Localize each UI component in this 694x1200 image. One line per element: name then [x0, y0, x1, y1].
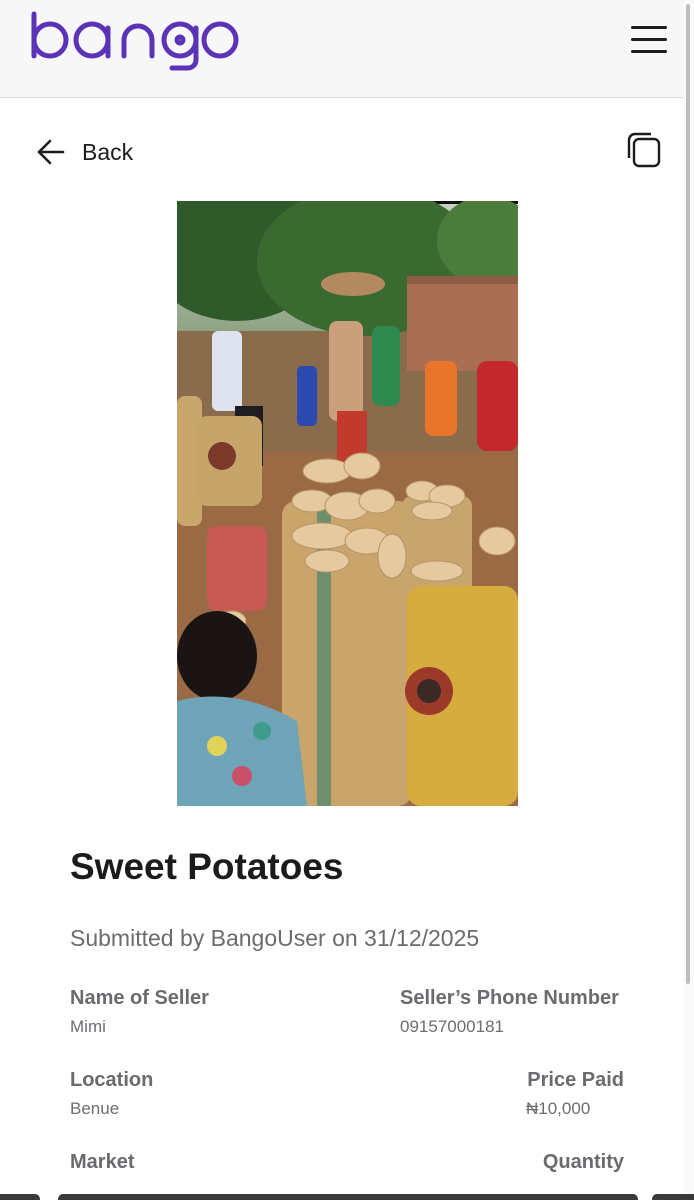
seller-phone-value: 09157000181 — [400, 1017, 505, 1036]
product-photo[interactable] — [177, 201, 518, 806]
app-header — [0, 0, 694, 98]
copy-icon[interactable] — [624, 130, 664, 170]
price-paid-value: ₦10,000 — [526, 1099, 591, 1118]
quantity-label: Quantity — [542, 1151, 624, 1173]
submission-info: Submitted by BangoUser on 31/12/2025 — [70, 925, 480, 951]
hamburger-menu-icon[interactable] — [626, 20, 672, 60]
seller-name-value: Mimi — [70, 1017, 106, 1036]
market-label: Market — [70, 1151, 135, 1173]
price-paid-label: Price Paid — [527, 1069, 624, 1091]
back-button[interactable]: Back — [36, 134, 133, 170]
arrow-left-icon — [37, 139, 65, 165]
seller-name-label: Name of Seller — [70, 987, 209, 1009]
location-value: Benue — [70, 1099, 120, 1118]
back-label: Back — [82, 138, 134, 165]
scrollbar-thumb[interactable] — [686, 4, 690, 984]
product-title: Sweet Potatoes — [70, 846, 344, 887]
seller-phone-label: Seller’s Phone Number — [400, 987, 619, 1009]
location-label: Location — [70, 1069, 154, 1091]
bango-logo[interactable] — [28, 6, 242, 77]
bottom-toolbar-edge — [0, 1194, 694, 1200]
